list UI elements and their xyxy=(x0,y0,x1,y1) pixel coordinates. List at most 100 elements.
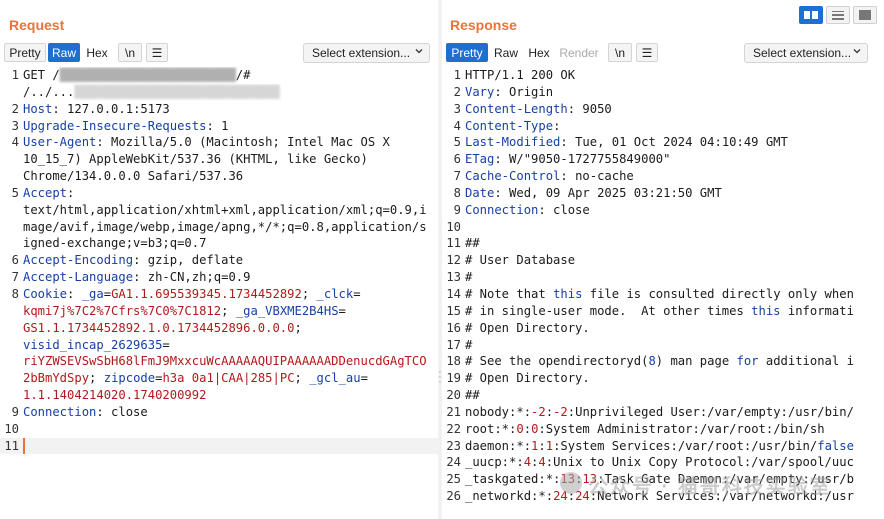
redacted-text: ████████████████████████ xyxy=(59,68,236,82)
response-code-line[interactable]: 22 root:*:0:0:System Administrator:/var/r… xyxy=(442,421,884,438)
code-token: :Unix to Unix Copy Protocol:/var/spool/u… xyxy=(545,455,854,470)
request-code-line[interactable]: igned-exchange;v=b3;q=0.7 xyxy=(0,235,438,252)
code-token: : close xyxy=(538,202,590,217)
request-code-line[interactable]: 9 Connection: close xyxy=(0,404,438,421)
response-code-line[interactable]: 12 # User Database xyxy=(442,252,884,269)
request-code-line[interactable]: riYZWSEVSwSbH68lFmJ9MxxcuWcAAAAAQUIPAAAA… xyxy=(0,353,438,370)
line-content: daemon:*:1:1:System Services:/var/root:/… xyxy=(465,438,884,455)
response-code-line[interactable]: 13 # xyxy=(442,269,884,286)
code-token: # Note that xyxy=(465,286,554,301)
line-content: visid_incap_2629635= xyxy=(23,337,438,354)
response-code-line[interactable]: 2 Vary: Origin xyxy=(442,84,884,101)
request-code-line[interactable]: visid_incap_2629635= xyxy=(0,337,438,354)
layout-rows-button[interactable] xyxy=(826,6,850,24)
request-code-line[interactable]: Chrome/134.0.0.0 Safari/537.36 xyxy=(0,168,438,185)
request-code-line[interactable]: 2 Host: 127.0.0.1:5173 xyxy=(0,101,438,118)
request-extension-select[interactable]: Select extension... xyxy=(303,43,430,63)
line-content: ## xyxy=(465,387,884,404)
response-code-line[interactable]: 5 Last-Modified: Tue, 01 Oct 2024 04:10:4… xyxy=(442,134,884,151)
request-code-line[interactable]: mage/avif,image/webp,image/apng,*/*;q=0.… xyxy=(0,219,438,236)
line-content: 10_15_7) AppleWebKit/537.36 (KHTML, like… xyxy=(23,151,438,168)
code-token: riYZWSEVSwSbH68lFmJ9MxxcuWcAAAAAQUIPAAAA… xyxy=(23,354,427,369)
request-code-line[interactable]: 2bBmYdSpy; zipcode = h3a 0a1|CAA|285|PC; _… xyxy=(0,370,438,387)
request-code-line[interactable]: 6 Accept-Encoding: gzip, deflate xyxy=(0,252,438,269)
line-content: User-Agent: Mozilla/5.0 (Macintosh; Inte… xyxy=(23,134,438,151)
request-code-line[interactable]: kqmi7j%7C2%7Cfrs%7C0%7C1812; _ga_VBXME2B… xyxy=(0,303,438,320)
request-raw-tab[interactable]: Raw xyxy=(48,43,80,62)
request-editor[interactable]: 1 GET /████████████████████████/#/../...▒… xyxy=(0,67,438,519)
line-number: 1 xyxy=(11,68,19,82)
request-menu-icon[interactable]: ☰ xyxy=(146,43,168,62)
response-code-line[interactable]: 11 ## xyxy=(442,235,884,252)
request-pretty-tab[interactable]: Pretty xyxy=(4,43,46,62)
request-code-line[interactable]: GS1.1.1734452892.1.0.1734452896.0.0.0; xyxy=(0,320,438,337)
line-number: 12 xyxy=(446,253,461,268)
response-newline-toggle[interactable]: \n xyxy=(608,43,632,62)
request-code-line[interactable]: 7 Accept-Language: zh-CN,zh;q=0.9 xyxy=(0,269,438,286)
line-content xyxy=(23,437,438,455)
code-token: User-Agent xyxy=(23,135,97,150)
code-token: = xyxy=(338,303,346,318)
code-token: informati xyxy=(780,303,854,318)
layout-single-button[interactable] xyxy=(853,6,877,24)
request-code-line[interactable]: 1.1.1404214020.1740200992 xyxy=(0,387,438,404)
request-code-line[interactable]: text/html,application/xhtml+xml,applicat… xyxy=(0,202,438,219)
response-code-line[interactable]: 1 HTTP/1.1 200 OK xyxy=(442,67,884,84)
line-number: 8 xyxy=(453,185,461,200)
code-token: 13 xyxy=(560,472,576,487)
response-code-line[interactable]: 19 # Open Directory. xyxy=(442,370,884,387)
response-editor[interactable]: 1 HTTP/1.1 200 OK 2 Vary: Origin 3 Content-Le… xyxy=(442,67,884,519)
response-code-line[interactable]: 18 # See the opendirectoryd(8) man page f… xyxy=(442,353,884,370)
response-code-line[interactable]: 14 # Note that this file is consulted dir… xyxy=(442,286,884,303)
code-token: :System Services:/var/root:/usr/bin/ xyxy=(553,438,818,453)
request-code-line[interactable]: 3 Upgrade-Insecure-Requests: 1 xyxy=(0,118,438,135)
response-code-line[interactable]: 26 _networkd:*:24:24:Network Services:/va… xyxy=(442,488,884,505)
response-code-line[interactable]: 21 nobody:*:-2:-2:Unprivileged User:/var/… xyxy=(442,404,884,421)
line-content: _taskgated:*:13:13:Task Gate Daemon:/var… xyxy=(465,471,884,488)
response-code-line[interactable]: 8 Date: Wed, 09 Apr 2025 03:21:50 GMT xyxy=(442,185,884,202)
code-token: : 1 xyxy=(206,118,229,133)
response-code-line[interactable]: 16 # Open Directory. xyxy=(442,320,884,337)
response-menu-icon[interactable]: ☰ xyxy=(636,43,658,62)
request-code-line[interactable]: /../...▒▒▒▒▒▒▒▒▒▒▒▒▒▒▒▒▒▒▒▒▒▒▒▒▒▒▒▒ xyxy=(0,84,438,101)
code-token: Content-Type xyxy=(465,118,554,133)
response-code-line[interactable]: 7 Cache-Control: no-cache xyxy=(442,168,884,185)
request-code-line[interactable]: 4 User-Agent: Mozilla/5.0 (Macintosh; Int… xyxy=(0,134,438,151)
request-code-line[interactable]: 10 xyxy=(0,421,438,438)
request-hex-tab[interactable]: Hex xyxy=(82,43,112,62)
response-code-line[interactable]: 6 ETag: W/"9050-1727755849000" xyxy=(442,151,884,168)
response-code-line[interactable]: 17 # xyxy=(442,337,884,354)
response-code-line[interactable]: 20 ## xyxy=(442,387,884,404)
code-token: visid_incap_2629635 xyxy=(23,337,163,352)
code-token: false xyxy=(817,438,854,453)
response-pretty-tab[interactable]: Pretty xyxy=(446,43,488,62)
line-number: 2 xyxy=(11,101,19,116)
response-code-line[interactable]: 24 _uucp:*:4:4:Unix to Unix Copy Protocol… xyxy=(442,454,884,471)
layout-columns-button[interactable] xyxy=(799,6,823,24)
request-toolbar: Pretty Raw Hex \n ☰ Select extension... xyxy=(0,43,438,63)
line-number: 11 xyxy=(446,236,461,251)
request-code-line[interactable]: 8 Cookie: _ga=GA1.1.695539345.1734452892;… xyxy=(0,286,438,303)
response-code-line[interactable]: 4 Content-Type: xyxy=(442,118,884,135)
request-code-line[interactable]: 1 GET /████████████████████████/# xyxy=(0,67,438,84)
code-token: ; xyxy=(294,371,310,386)
request-code-line[interactable]: 5 Accept: xyxy=(0,185,438,202)
line-content: Accept-Language: zh-CN,zh;q=0.9 xyxy=(23,269,438,286)
request-newline-toggle[interactable]: \n xyxy=(118,43,142,62)
response-code-line[interactable]: 10 xyxy=(442,219,884,236)
request-code-line[interactable]: 10_15_7) AppleWebKit/537.36 (KHTML, like… xyxy=(0,151,438,168)
response-render-tab[interactable]: Render xyxy=(556,43,602,62)
line-number: 7 xyxy=(11,270,19,285)
line-content: Connection: close xyxy=(465,202,884,219)
response-code-line[interactable]: 9 Connection: close xyxy=(442,202,884,219)
response-extension-select[interactable]: Select extension... xyxy=(744,43,868,63)
line-content: Upgrade-Insecure-Requests: 1 xyxy=(23,118,438,135)
response-code-line[interactable]: 25 _taskgated:*:13:13:Task Gate Daemon:/v… xyxy=(442,471,884,488)
response-code-line[interactable]: 15 # in single-user mode. At other times … xyxy=(442,303,884,320)
response-raw-tab[interactable]: Raw xyxy=(490,43,522,62)
response-code-line[interactable]: 3 Content-Length: 9050 xyxy=(442,101,884,118)
response-hex-tab[interactable]: Hex xyxy=(524,43,554,62)
request-code-line[interactable]: 11 xyxy=(0,437,438,455)
response-code-line[interactable]: 23 daemon:*:1:1:System Services:/var/root… xyxy=(442,438,884,455)
line-content: text/html,application/xhtml+xml,applicat… xyxy=(23,202,438,219)
